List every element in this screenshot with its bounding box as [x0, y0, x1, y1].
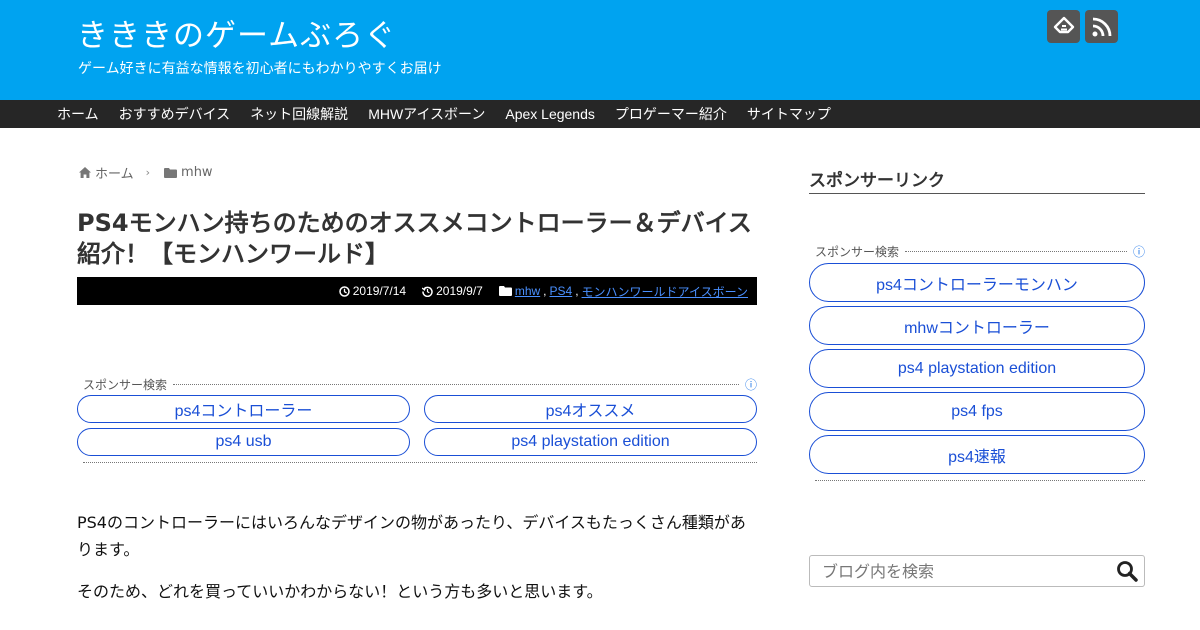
updated-date: 2019/9/7 — [422, 284, 483, 298]
nav-item-progamer[interactable]: プロゲーマー紹介 — [615, 104, 727, 124]
updated-date-text: 2019/9/7 — [436, 284, 483, 298]
feedly-icon[interactable] — [1047, 10, 1080, 43]
article-paragraph: そのため、どれを買っていいかわからない！という方も多いと思います。 — [77, 582, 603, 601]
ad-link-button[interactable]: ps4コントローラーモンハン — [809, 263, 1145, 302]
rss-icon[interactable] — [1085, 10, 1118, 43]
category-link-ps4[interactable]: PS4 — [550, 284, 573, 298]
home-icon — [79, 167, 91, 178]
article-meta: 2019/7/14 2019/9/7 mhw, PS4, モンハンワールドアイス… — [77, 277, 757, 305]
article-title: PS4モンハン持ちのためのオススメコントローラー＆デバイス紹介！【モンハンワール… — [77, 209, 752, 268]
blog-search — [809, 555, 1145, 587]
sidebar-sponsored-search: スポンサー検索 ⓘ ps4コントローラーモンハン mhwコントローラー ps4 … — [809, 243, 1145, 481]
ad-link-button[interactable]: ps4コントローラー — [77, 395, 410, 423]
site-header: きききのゲームぶろぐ ゲーム好きに有益な情報を初心者にもわかりやすくお届け — [0, 0, 1200, 100]
nav-item-devices[interactable]: おすすめデバイス — [119, 104, 231, 124]
site-description: ゲーム好きに有益な情報を初心者にもわかりやすくお届け — [78, 61, 442, 77]
main-nav: ホーム おすすめデバイス ネット回線解説 MHWアイスボーン Apex Lege… — [0, 100, 1200, 128]
article-categories: mhw, PS4, モンハンワールドアイスボーン — [498, 283, 748, 300]
ad-link-button[interactable]: ps4 playstation edition — [424, 428, 757, 456]
breadcrumb-home[interactable]: ホーム — [95, 163, 134, 182]
info-icon[interactable]: ⓘ — [745, 376, 757, 393]
info-icon[interactable]: ⓘ — [1133, 243, 1145, 260]
ad-link-button[interactable]: ps4速報 — [809, 435, 1145, 474]
breadcrumb-category[interactable]: mhw — [181, 165, 213, 180]
sidebar-heading: スポンサーリンク — [809, 166, 1145, 194]
nav-item-mhw-iceborne[interactable]: MHWアイスボーン — [368, 104, 485, 124]
history-icon — [422, 286, 433, 297]
ad-label: スポンサー検索 — [83, 377, 168, 392]
search-icon[interactable] — [1116, 560, 1138, 582]
content-sponsored-search: スポンサー検索 ⓘ ps4コントローラー ps4オススメ ps4 usb ps4… — [77, 376, 757, 463]
ad-link-button[interactable]: ps4 usb — [77, 428, 410, 456]
ad-link-button[interactable]: ps4 playstation edition — [809, 349, 1145, 388]
ad-link-button[interactable]: mhwコントローラー — [809, 306, 1145, 345]
article-paragraph: PS4のコントローラーにはいろんなデザインの物があったり、デバイスもたっくさん種… — [77, 513, 746, 559]
chevron-right-icon: › — [145, 166, 151, 179]
published-date-text: 2019/7/14 — [352, 284, 407, 298]
clock-icon — [338, 285, 350, 297]
folder-icon — [164, 167, 178, 178]
nav-item-apex[interactable]: Apex Legends — [505, 106, 595, 122]
site-title[interactable]: きききのゲームぶろぐ — [77, 10, 396, 55]
ad-label: スポンサー検索 — [815, 244, 900, 259]
ad-link-button[interactable]: ps4オススメ — [424, 395, 757, 423]
nav-item-home[interactable]: ホーム — [57, 104, 99, 124]
nav-item-sitemap[interactable]: サイトマップ — [747, 104, 831, 124]
published-date: 2019/7/14 — [338, 284, 407, 298]
ad-link-button[interactable]: ps4 fps — [809, 392, 1145, 431]
category-link-mhw[interactable]: mhw — [515, 284, 540, 298]
category-link-iceborne[interactable]: モンハンワールドアイスボーン — [582, 283, 748, 300]
folder-icon — [498, 286, 512, 296]
search-input[interactable] — [822, 561, 1112, 581]
breadcrumb: ホーム › mhw — [79, 163, 213, 182]
nav-item-network[interactable]: ネット回線解説 — [250, 104, 348, 124]
